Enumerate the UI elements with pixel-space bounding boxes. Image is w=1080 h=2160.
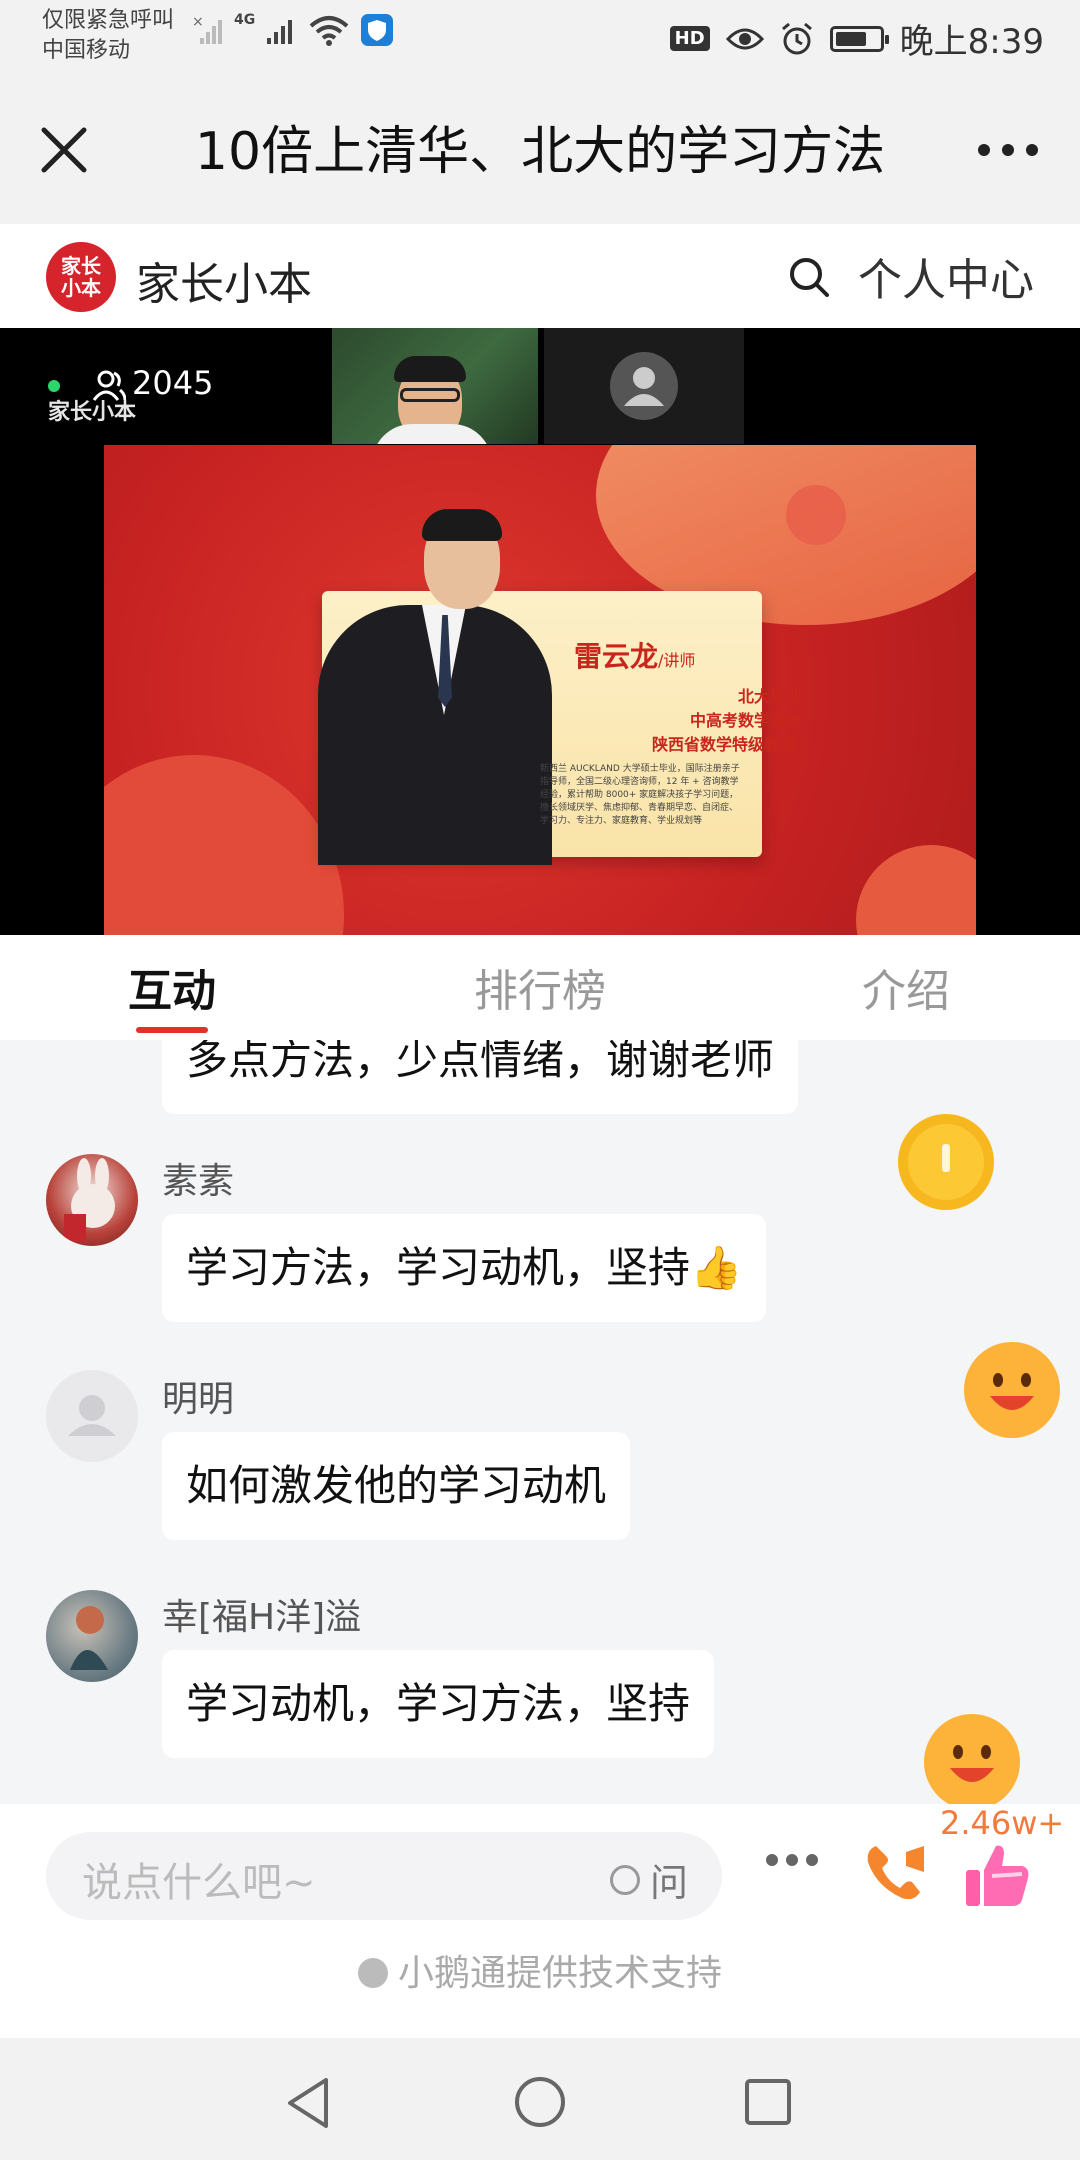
home-icon[interactable] [514,2076,566,2128]
presenter-glasses [400,388,460,402]
title-bar: 10倍上清华、北大的学习方法 [0,80,1080,224]
child-photo-avatar [70,1606,108,1670]
search-icon[interactable] [786,254,832,300]
status-left: 仅限紧急呼叫 中国移动 [42,6,174,66]
slide-decoration [786,485,846,545]
chat-bubble: 学习方法，学习动机，坚持👍 [162,1214,767,1322]
system-nav-bar [0,2038,1080,2160]
teacher-role: /讲师 [658,651,696,670]
brand-name[interactable]: 家长小本 [136,248,312,312]
chat-list[interactable]: 多点方法，少点情绪，谢谢老师 素素 学习方法，学习动机，坚持👍 明明 如何激发他… [0,1040,1080,1804]
teacher-hair [422,509,502,541]
credential-line: 陕西省数学特级教师 [651,735,796,754]
battery-icon [829,25,889,52]
teacher-name: 雷云龙/讲师 [574,635,695,675]
hd-badge: HD [669,26,710,51]
more-icon[interactable] [976,132,1040,168]
eye-icon [725,28,764,49]
ask-question-toggle[interactable]: 问 [609,1852,688,1907]
teacher-name-text: 雷云龙 [574,640,659,673]
presenter-shirt [372,424,492,444]
status-signal-icons: × 4G [192,12,394,46]
chat-nickname: 素素 [162,1161,235,1202]
presentation-slide: 雷云龙/讲师 北大毕业 中高考数学满分 陕西省数学特级教师 新西兰 AUCKLA… [104,445,976,935]
wifi-icon [309,16,349,46]
presenter-camera[interactable] [332,328,538,444]
tab-introduction[interactable]: 介绍 [862,955,950,1019]
comment-bar: 说点什么吧~ 问 2.46w+ 小鹅通提供技术支持 [0,1804,1080,2038]
brand-bar: 家长小本 家长小本 个人中心 [0,224,1080,328]
default-avatar-icon [68,1395,116,1436]
rabbit-avatar-icon [64,1158,115,1242]
recents-icon[interactable] [744,2078,792,2126]
back-icon[interactable] [284,2076,332,2130]
shield-app-icon [361,14,394,46]
chat-bubble: 多点方法，少点情绪，谢谢老师 [162,1040,799,1114]
page-title: 10倍上清华、北大的学习方法 [194,122,886,182]
carrier-name: 中国移动 [42,38,131,63]
teacher-description: 新西兰 AUCKLAND 大学硕士毕业，国际注册亲子指导师，全国二级心理咨询师，… [540,764,740,826]
more-options-icon[interactable] [764,1852,820,1868]
chat-nickname: 幸[福H洋]溢 [162,1597,362,1638]
brand-logo[interactable]: 家长小本 [46,242,116,312]
live-video-player[interactable]: 2045 家长小本 雷云龙/讲师 北大毕业 中高考数学满分 陕西省数学特级教师 … [0,328,1080,935]
active-tab-indicator [136,1027,208,1033]
tab-leaderboard[interactable]: 排行榜 [474,955,606,1019]
network-type: 4G [234,12,256,28]
avatar-placeholder-icon [610,352,678,420]
close-icon[interactable] [36,122,92,178]
viewer-count: 2045 [132,364,214,402]
live-indicator [48,380,60,392]
signal-icon [267,20,293,44]
chat-bubble: 如何激发他的学习动机 [162,1432,631,1540]
credential-line: 北大毕业 [737,687,802,706]
powered-by-text: 小鹅通提供技术支持 [397,1953,722,1994]
svg-text:×: × [192,14,204,30]
no-signal-icon: × [192,14,222,44]
status-right: HD 晚上8:39 [669,14,1044,63]
video-watermark: 家长小本 [48,400,137,425]
guest-camera[interactable] [544,328,744,444]
ask-label: 问 [649,1861,688,1905]
presenter-hair [394,356,466,382]
clock: 晚上8:39 [899,22,1044,62]
smile-reaction-icon [964,1342,1060,1438]
tab-bar: 互动 排行榜 介绍 [0,935,1080,1041]
powered-by: 小鹅通提供技术支持 [0,1944,1080,1996]
logo-text: 家长小本 [61,254,101,300]
credential-line: 中高考数学满分 [689,711,802,730]
user-center-link[interactable]: 个人中心 [858,244,1034,308]
phone-call-icon[interactable] [862,1838,930,1906]
comment-input[interactable]: 说点什么吧~ 问 [46,1832,722,1920]
coin-reaction-icon [898,1114,994,1210]
xiaoetong-logo-icon [357,1958,388,1988]
chat-nickname: 明明 [162,1379,235,1420]
tab-interaction[interactable]: 互动 [128,955,216,1019]
chat-bubble: 学习动机，学习方法，坚持 [162,1650,715,1758]
status-bar: 仅限紧急呼叫 中国移动 × 4G HD 晚上8:39 [0,0,1080,80]
avatar[interactable] [46,1590,138,1682]
slide-decoration [104,755,344,935]
alarm-icon [781,22,812,54]
like-count: 2.46w+ [940,1804,1065,1842]
radio-circle-icon [609,1864,640,1895]
smile-reaction-icon [924,1714,1020,1804]
comment-placeholder: 说点什么吧~ [82,1860,316,1906]
thumbs-up-icon[interactable] [962,1840,1032,1910]
avatar[interactable] [46,1370,138,1462]
slide-decoration [856,845,976,935]
emergency-notice: 仅限紧急呼叫 [42,8,175,33]
avatar[interactable] [46,1154,138,1246]
